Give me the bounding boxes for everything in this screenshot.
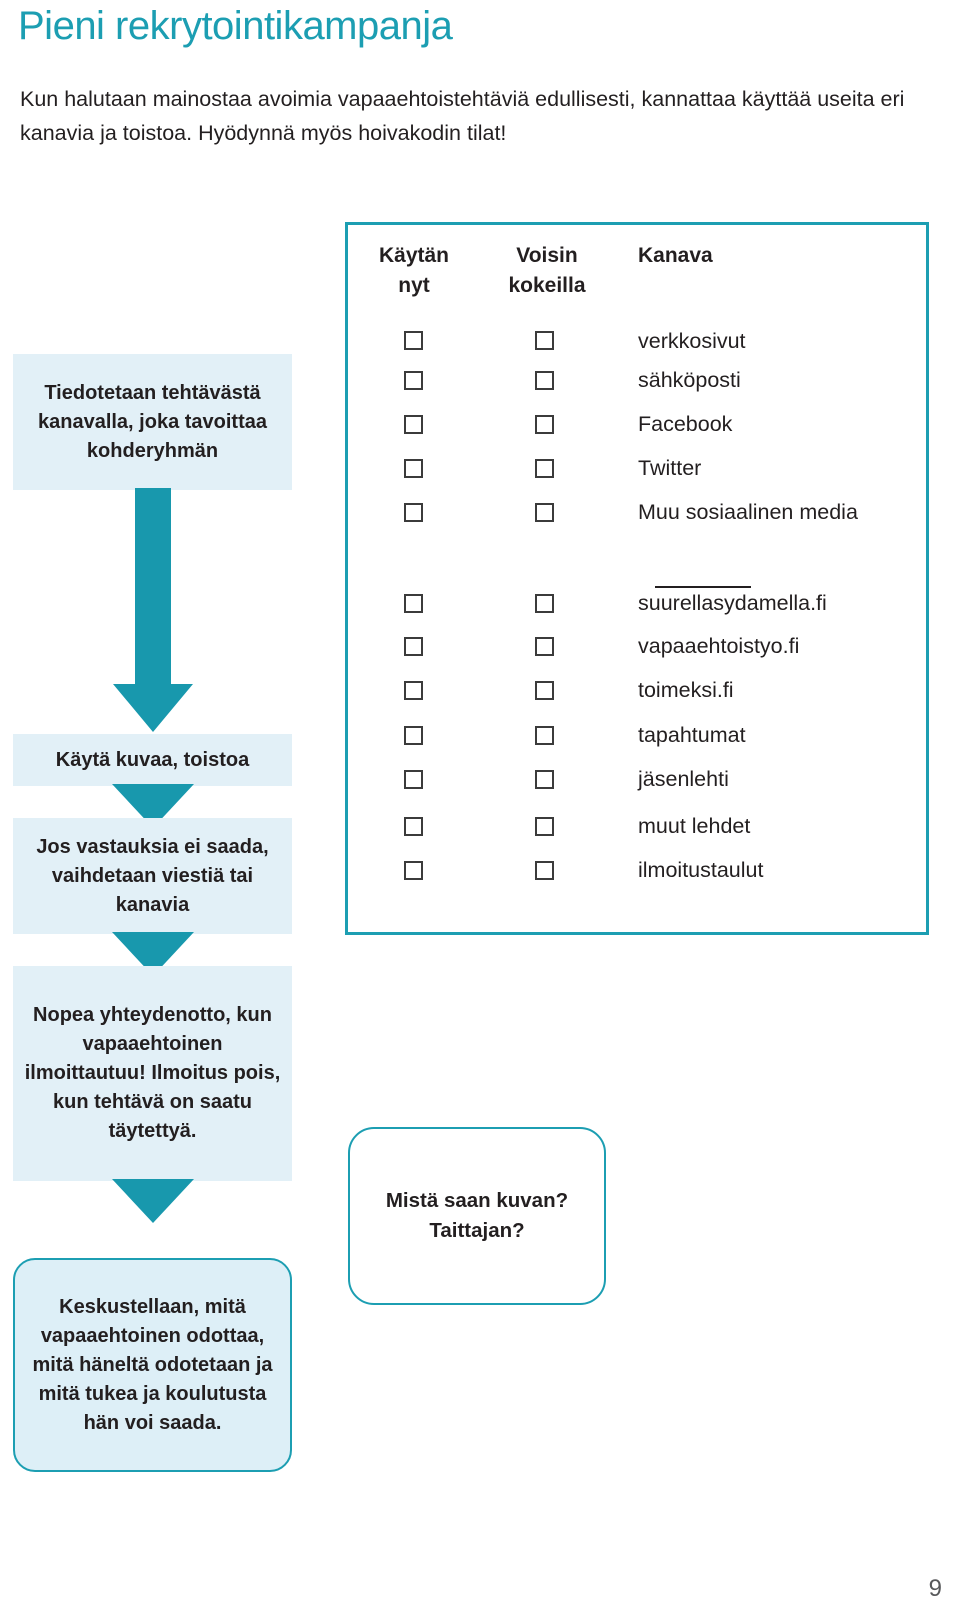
checkbox-could-try[interactable] bbox=[535, 861, 554, 880]
channel-label: Facebook bbox=[638, 412, 733, 436]
checkbox-use-now[interactable] bbox=[404, 817, 423, 836]
channel-label: suurellasydamella.fi bbox=[638, 591, 827, 615]
checkbox-could-try[interactable] bbox=[535, 817, 554, 836]
checkbox-use-now[interactable] bbox=[404, 861, 423, 880]
checkbox-use-now[interactable] bbox=[404, 770, 423, 789]
intro-paragraph: Kun halutaan mainostaa avoimia vapaaehto… bbox=[20, 87, 905, 145]
column-header-use-now: Käytän nyt bbox=[378, 244, 450, 297]
page-title: Pieni rekrytointikampanja bbox=[18, 4, 453, 48]
checkbox-could-try[interactable] bbox=[535, 415, 554, 434]
down-arrow-icon bbox=[112, 1179, 194, 1223]
flow-step-5: Keskustellaan, mitä vapaaehtoinen odotta… bbox=[13, 1258, 292, 1472]
checkbox-use-now[interactable] bbox=[404, 331, 423, 350]
checkbox-could-try[interactable] bbox=[535, 459, 554, 478]
channel-label: toimeksi.fi bbox=[638, 678, 734, 702]
checkbox-could-try[interactable] bbox=[535, 637, 554, 656]
page-number: 9 bbox=[928, 1575, 942, 1602]
channel-label: ilmoitustaulut bbox=[638, 858, 764, 882]
checkbox-could-try[interactable] bbox=[535, 681, 554, 700]
channel-label: sähköposti bbox=[638, 368, 741, 392]
checkbox-use-now[interactable] bbox=[404, 459, 423, 478]
channel-label: Muu sosiaalinen media bbox=[638, 500, 858, 524]
checkbox-use-now[interactable] bbox=[404, 371, 423, 390]
channel-label: tapahtumat bbox=[638, 723, 746, 747]
checkbox-could-try[interactable] bbox=[535, 503, 554, 522]
checkbox-could-try[interactable] bbox=[535, 371, 554, 390]
channel-label: jäsenlehti bbox=[638, 767, 729, 791]
checkbox-could-try[interactable] bbox=[535, 770, 554, 789]
channel-label: vapaaehtoistyo.fi bbox=[638, 634, 800, 658]
flow-step-2: Käytä kuvaa, toistoa bbox=[13, 734, 292, 786]
checkbox-could-try[interactable] bbox=[535, 331, 554, 350]
checkbox-could-try[interactable] bbox=[535, 594, 554, 613]
checkbox-use-now[interactable] bbox=[404, 681, 423, 700]
checkbox-use-now[interactable] bbox=[404, 594, 423, 613]
channel-label: muut lehdet bbox=[638, 814, 751, 838]
write-in-blank-line[interactable] bbox=[655, 586, 751, 588]
checkbox-use-now[interactable] bbox=[404, 503, 423, 522]
down-arrow-icon bbox=[113, 488, 193, 732]
channel-label: verkkosivut bbox=[638, 329, 746, 353]
checkbox-use-now[interactable] bbox=[404, 415, 423, 434]
flow-step-1: Tiedotetaan tehtävästä kanavalla, joka t… bbox=[13, 354, 292, 490]
checkbox-could-try[interactable] bbox=[535, 726, 554, 745]
channel-checklist-panel bbox=[345, 222, 929, 935]
checkbox-use-now[interactable] bbox=[404, 726, 423, 745]
checkbox-use-now[interactable] bbox=[404, 637, 423, 656]
channel-label: Twitter bbox=[638, 456, 702, 480]
flow-step-3: Jos vastauksia ei saada, vaihdetaan vies… bbox=[13, 818, 292, 934]
question-bubble: Mistä saan kuvan? Taittajan? bbox=[348, 1127, 606, 1305]
column-header-could-try: Voisin kokeilla bbox=[508, 244, 586, 297]
flow-step-4: Nopea yhteydenotto, kun vapaaehtoinen il… bbox=[13, 966, 292, 1181]
column-header-channel: Kanava bbox=[638, 244, 713, 267]
